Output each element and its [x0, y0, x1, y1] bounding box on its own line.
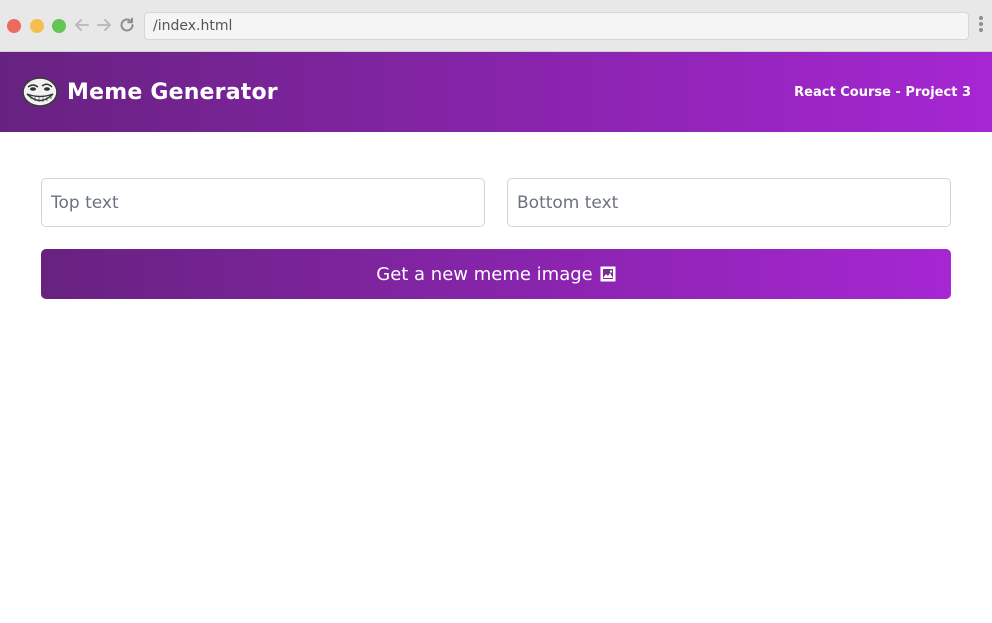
inputs-row: [41, 178, 951, 227]
app-title: Meme Generator: [67, 79, 278, 105]
window-maximize-button[interactable]: [52, 19, 66, 33]
browser-toolbar: /index.html: [0, 0, 992, 52]
address-bar[interactable]: /index.html: [144, 12, 969, 40]
top-text-input[interactable]: [41, 178, 485, 227]
get-new-meme-button[interactable]: Get a new meme image: [41, 249, 951, 299]
arrow-left-icon[interactable]: [73, 16, 91, 36]
window-close-button[interactable]: [7, 19, 21, 33]
arrow-right-icon[interactable]: [95, 16, 113, 36]
meme-form: Get a new meme image: [41, 178, 951, 299]
troll-face-icon: [22, 77, 58, 107]
brand: Meme Generator: [21, 76, 278, 108]
reload-icon[interactable]: [118, 16, 136, 36]
app-header: Meme Generator React Course - Project 3: [0, 52, 992, 132]
app-subtitle: React Course - Project 3: [794, 84, 971, 100]
bottom-text-input[interactable]: [507, 178, 951, 227]
window-minimize-button[interactable]: [30, 19, 44, 33]
kebab-menu-icon[interactable]: [976, 16, 986, 36]
framed-picture-icon: [600, 266, 616, 282]
address-url: /index.html: [153, 18, 233, 34]
get-new-meme-label: Get a new meme image: [376, 263, 593, 285]
